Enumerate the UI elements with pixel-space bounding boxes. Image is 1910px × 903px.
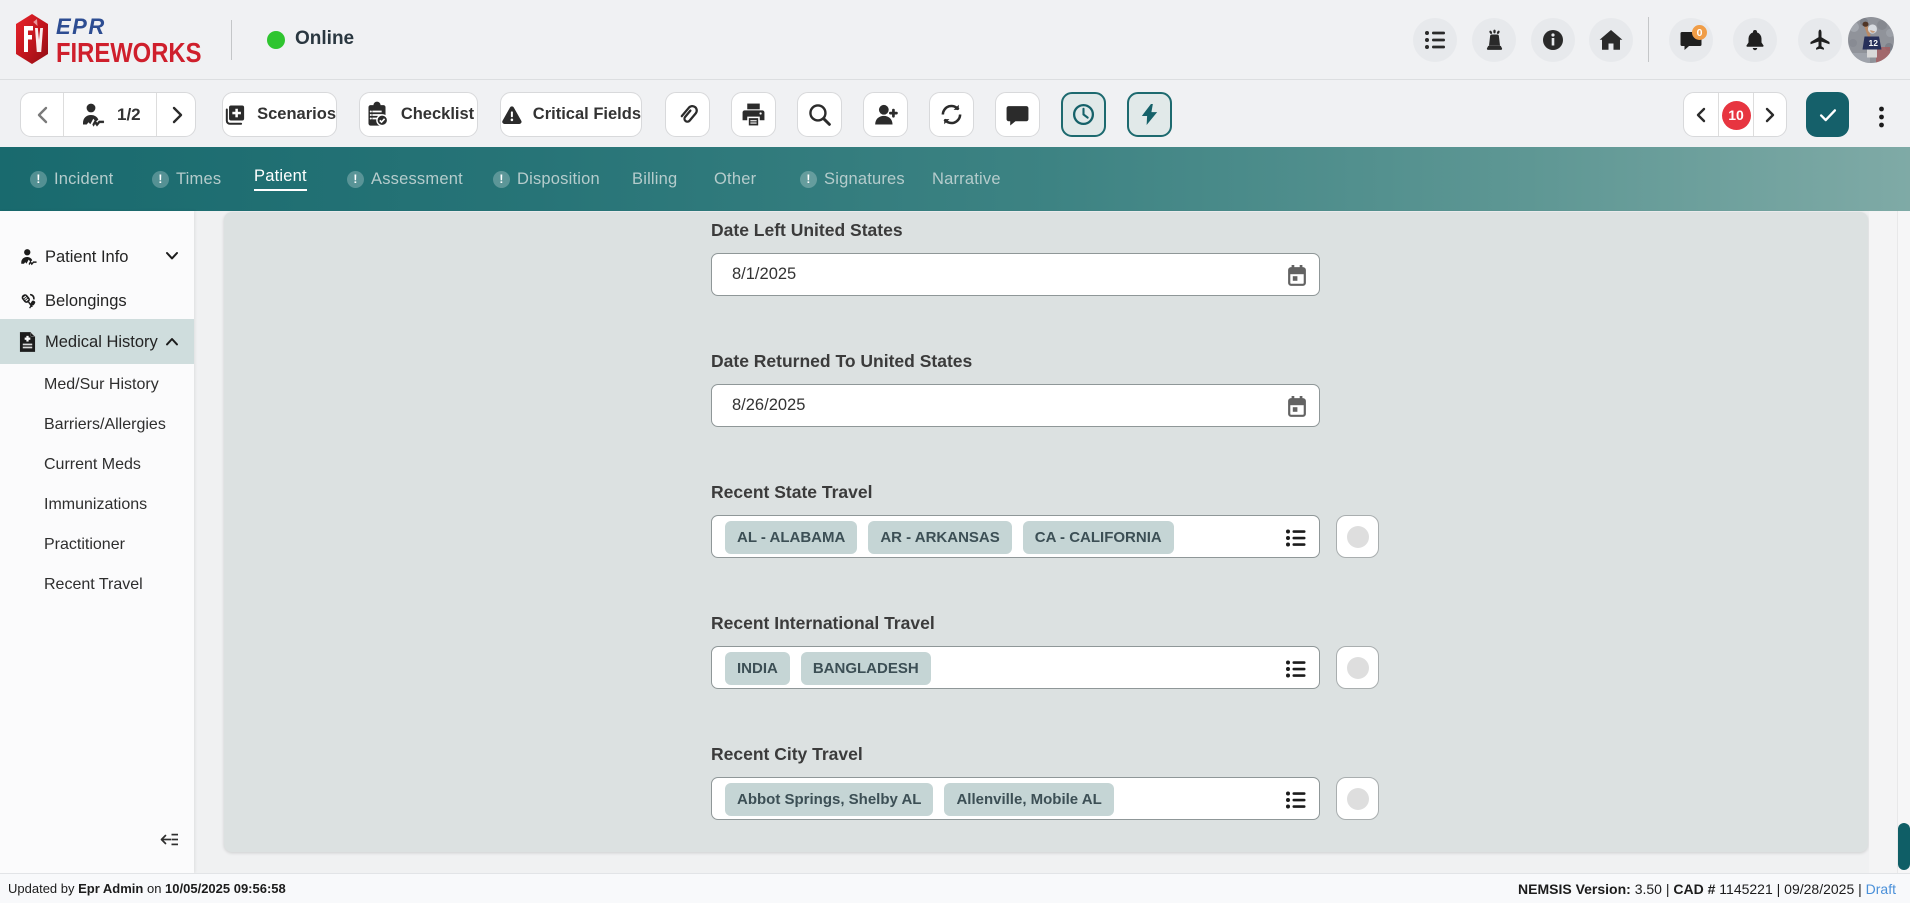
svg-text:12: 12: [1869, 38, 1879, 48]
